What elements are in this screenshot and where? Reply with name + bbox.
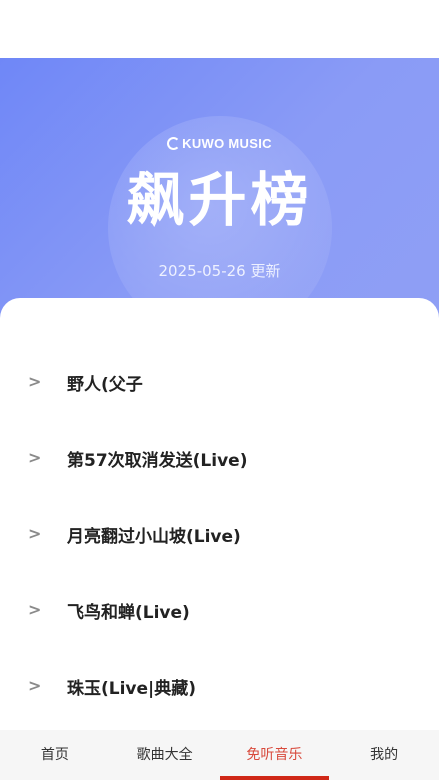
- tab-song-collection[interactable]: 歌曲大全: [110, 730, 220, 780]
- chart-hero-banner: KUWO MUSIC 飙升榜 2025-05-26 更新: [0, 58, 439, 320]
- tab-label: 歌曲大全: [136, 747, 193, 763]
- song-list: > 野人(父子 > 第57次取消发送(Live) > 月亮翻过小山坡(Live)…: [0, 298, 439, 730]
- song-list-item[interactable]: > 野人(父子: [0, 362, 439, 402]
- chevron-right-icon: >: [28, 448, 42, 467]
- tab-label: 免听音乐: [246, 747, 303, 763]
- bottom-nav: 首页 歌曲大全 免听音乐 我的: [0, 730, 439, 780]
- chevron-right-icon: >: [28, 676, 42, 695]
- chevron-right-icon: >: [28, 372, 42, 391]
- song-title: 月亮翻过小山坡(Live): [67, 527, 241, 547]
- song-title: 第57次取消发送(Live): [67, 451, 248, 471]
- update-date: 2025-05-26 更新: [158, 262, 281, 280]
- status-bar: [0, 0, 439, 58]
- song-list-item[interactable]: > 第57次取消发送(Live): [0, 438, 439, 478]
- chart-title: 飙升榜: [126, 166, 313, 234]
- brand-text: KUWO MUSIC: [182, 136, 272, 151]
- song-title: 珠玉(Live|典藏): [67, 679, 197, 699]
- kuwo-brand: KUWO MUSIC: [0, 136, 439, 151]
- song-list-item[interactable]: > 飞鸟和蝉(Live): [0, 590, 439, 630]
- chevron-right-icon: >: [28, 600, 42, 619]
- tab-home[interactable]: 首页: [0, 730, 110, 780]
- song-list-item[interactable]: > 珠玉(Live|典藏): [0, 666, 439, 706]
- song-title: 飞鸟和蝉(Live): [67, 603, 190, 623]
- tab-label: 我的: [370, 747, 399, 763]
- song-title: 野人(父子: [67, 375, 143, 395]
- active-tab-indicator: [219, 776, 330, 780]
- title-fade-overlay: [142, 372, 282, 402]
- tab-free-music[interactable]: 免听音乐: [219, 730, 330, 780]
- chevron-right-icon: >: [28, 524, 42, 543]
- kuwo-logo-icon: [167, 137, 181, 150]
- tab-label: 首页: [40, 747, 69, 763]
- song-list-item[interactable]: > 月亮翻过小山坡(Live): [0, 514, 439, 554]
- tab-mine[interactable]: 我的: [329, 730, 439, 780]
